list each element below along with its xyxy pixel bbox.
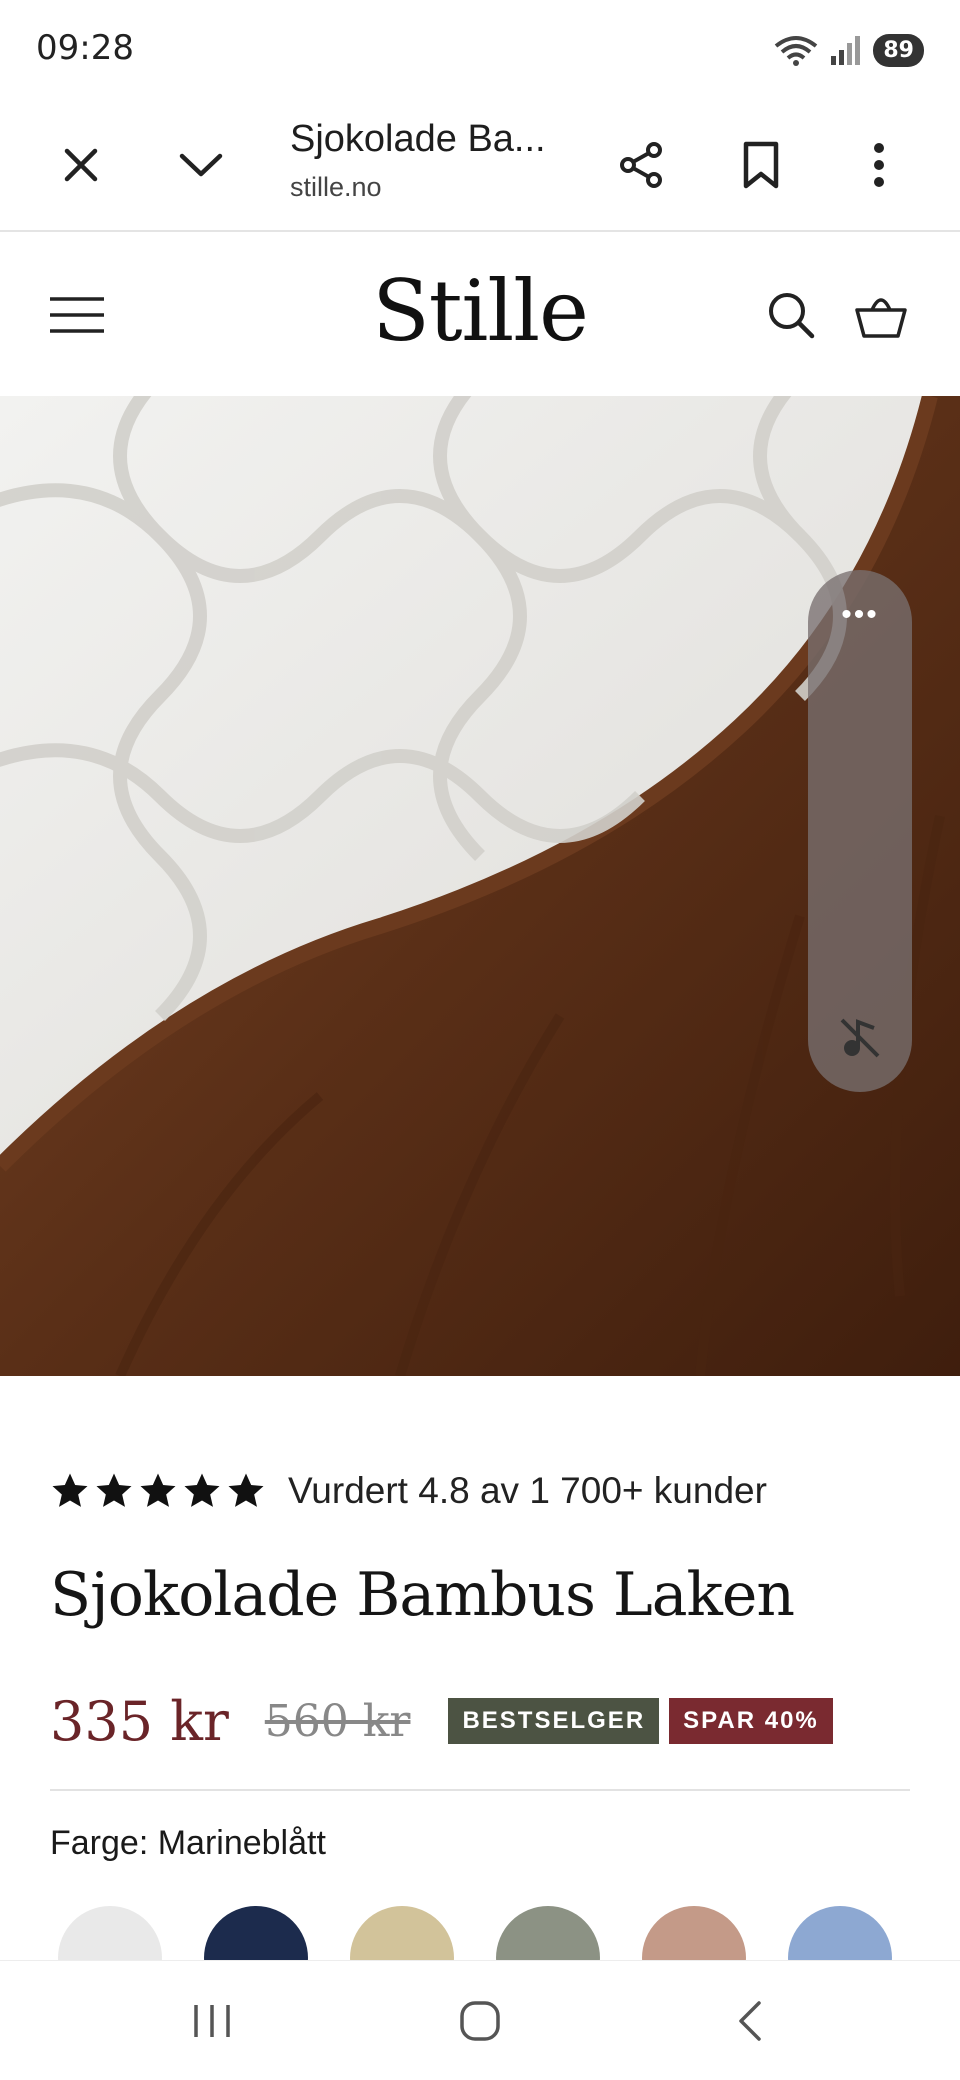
back-icon bbox=[739, 2001, 761, 2041]
site-header: Stille bbox=[0, 234, 960, 396]
recent-apps-button[interactable] bbox=[172, 1989, 252, 2053]
more-vertical-icon bbox=[874, 143, 884, 187]
chevron-down-icon bbox=[179, 153, 223, 177]
status-bar: 09:28 89 bbox=[0, 0, 960, 100]
discount-badge: SPAR 40% bbox=[669, 1698, 833, 1744]
divider bbox=[50, 1789, 910, 1791]
signal-icon bbox=[831, 36, 861, 65]
rating-stars bbox=[50, 1471, 266, 1511]
recent-apps-icon bbox=[194, 2005, 230, 2037]
rating-text[interactable]: Vurdert 4.8 av 1 700+ kunder bbox=[288, 1470, 767, 1512]
rating-row: Vurdert 4.8 av 1 700+ kunder bbox=[50, 1466, 767, 1516]
minimize-button[interactable] bbox=[166, 130, 236, 200]
star-icon bbox=[140, 1473, 176, 1507]
close-tab-button[interactable] bbox=[46, 130, 116, 200]
page-url[interactable]: stille.no bbox=[290, 172, 382, 203]
more-options-button[interactable] bbox=[844, 130, 914, 200]
home-button[interactable] bbox=[440, 1989, 520, 2053]
status-time: 09:28 bbox=[36, 28, 134, 68]
more-horizontal-icon[interactable]: ••• bbox=[808, 598, 912, 632]
current-price: 335 kr bbox=[50, 1689, 229, 1753]
product-hero-image[interactable]: ••• bbox=[0, 396, 960, 1376]
bookmark-button[interactable] bbox=[726, 130, 796, 200]
price-row: 335 kr 560 kr BESTSELGER SPAR 40% bbox=[50, 1686, 833, 1756]
system-nav-bar bbox=[0, 1960, 960, 2080]
bookmark-icon bbox=[743, 141, 779, 189]
star-icon bbox=[228, 1473, 264, 1507]
product-title: Sjokolade Bambus Laken bbox=[50, 1560, 795, 1630]
close-icon bbox=[64, 148, 98, 182]
back-button[interactable] bbox=[710, 1989, 790, 2053]
page-title[interactable]: Sjokolade Ba... bbox=[290, 118, 546, 161]
cart-button[interactable] bbox=[848, 282, 914, 348]
side-panel-handle[interactable]: ••• bbox=[808, 570, 912, 1092]
star-icon bbox=[52, 1473, 88, 1507]
search-icon bbox=[769, 293, 815, 339]
color-label: Farge: Marineblått bbox=[50, 1824, 326, 1862]
basket-icon bbox=[855, 298, 907, 338]
original-price: 560 kr bbox=[264, 1695, 411, 1747]
browser-toolbar: Sjokolade Ba... stille.no bbox=[0, 100, 960, 232]
wifi-icon bbox=[775, 36, 818, 66]
share-button[interactable] bbox=[606, 130, 676, 200]
share-icon bbox=[620, 142, 662, 188]
star-icon bbox=[96, 1473, 132, 1507]
bestseller-badge: BESTSELGER bbox=[448, 1698, 660, 1744]
home-icon bbox=[460, 2001, 500, 2041]
search-button[interactable] bbox=[758, 282, 824, 348]
battery-indicator: 89 bbox=[873, 33, 924, 67]
music-off-icon[interactable] bbox=[838, 1016, 882, 1060]
star-icon bbox=[184, 1473, 220, 1507]
status-icons: 89 bbox=[773, 30, 924, 70]
